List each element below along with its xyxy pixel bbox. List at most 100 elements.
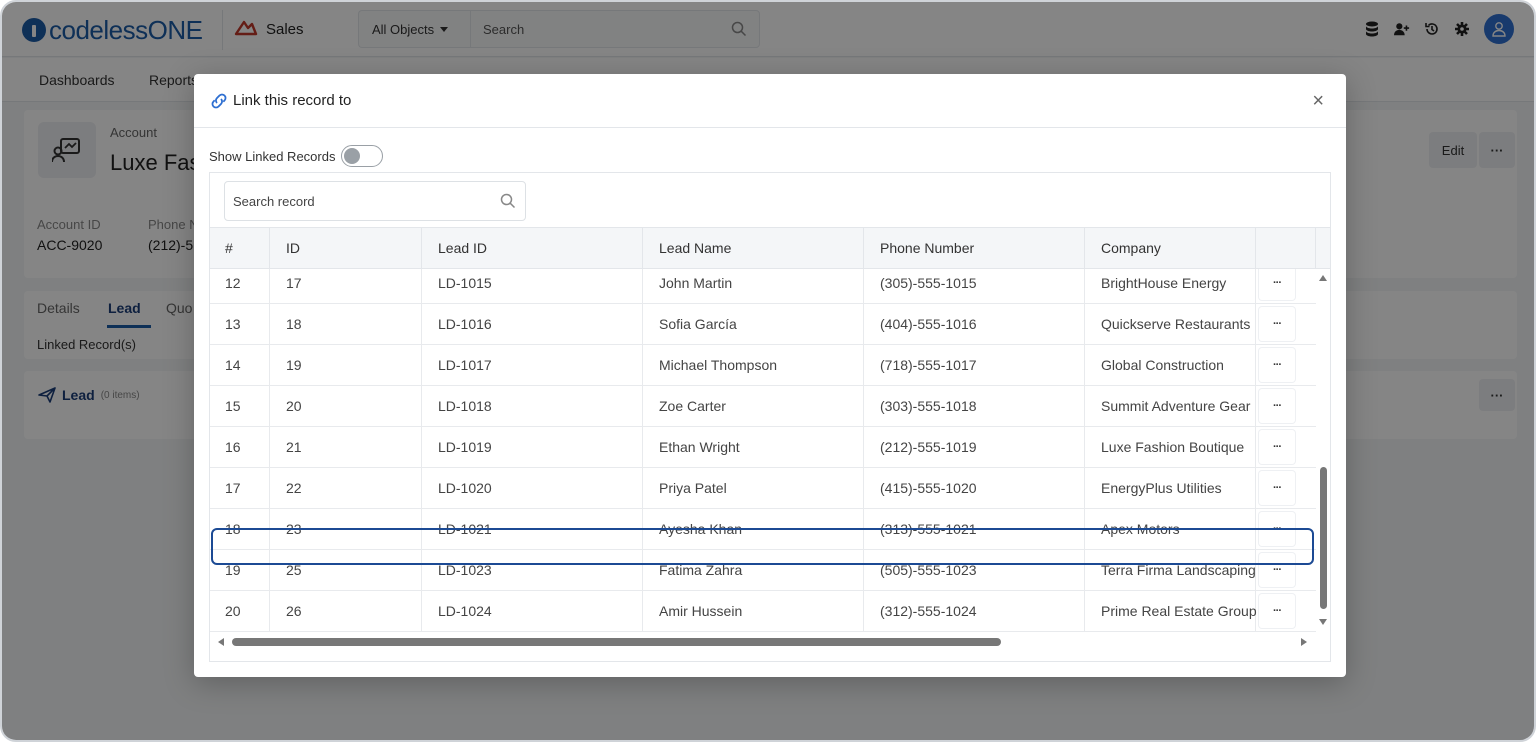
cell-company: Prime Real Estate Group xyxy=(1085,591,1257,632)
row-more-button[interactable]: ··· xyxy=(1259,348,1295,382)
cell-phone-number: (415)-555-1020 xyxy=(864,468,1085,509)
table-row[interactable]: 12 17 LD-1015 John Martin (305)-555-1015… xyxy=(210,269,1316,304)
cell-company: Quickserve Restaurants xyxy=(1085,304,1256,345)
cell-lead-name: Michael Thompson xyxy=(643,345,864,386)
record-search xyxy=(224,181,526,221)
column-header-row-number[interactable]: # xyxy=(210,228,270,269)
column-header-actions xyxy=(1256,228,1316,269)
cell-lead-name: Ethan Wright xyxy=(643,427,864,468)
cell-phone-number: (212)-555-1019 xyxy=(864,427,1085,468)
cell-id: 22 xyxy=(270,468,422,509)
cell-id: 18 xyxy=(270,304,422,345)
row-more-button[interactable]: ··· xyxy=(1259,430,1295,464)
cell-lead-id: LD-1020 xyxy=(422,468,643,509)
cell-id: 23 xyxy=(270,509,422,550)
cell-company: Apex Motors xyxy=(1085,509,1256,550)
cell-id: 19 xyxy=(270,345,422,386)
table-row[interactable]: 19 25 LD-1023 Fatima Zahra (505)-555-102… xyxy=(210,550,1316,591)
cell-id: 25 xyxy=(270,550,422,591)
cell-row-number: 18 xyxy=(210,509,270,550)
table-row-selected[interactable]: 16 21 LD-1019 Ethan Wright (212)-555-101… xyxy=(210,427,1316,468)
row-more-button[interactable]: ··· xyxy=(1259,269,1295,300)
cell-lead-id: LD-1023 xyxy=(422,550,643,591)
horizontal-scroll-thumb[interactable] xyxy=(232,638,1001,646)
cell-lead-id: LD-1016 xyxy=(422,304,643,345)
row-more-button[interactable]: ··· xyxy=(1259,471,1295,505)
row-more-button[interactable]: ··· xyxy=(1259,553,1295,587)
cell-company: EnergyPlus Utilities xyxy=(1085,468,1256,509)
table-row[interactable]: 15 20 LD-1018 Zoe Carter (303)-555-1018 … xyxy=(210,386,1316,427)
grid-body: 12 17 LD-1015 John Martin (305)-555-1015… xyxy=(210,269,1316,634)
cell-id: 26 xyxy=(270,591,422,632)
link-icon xyxy=(211,93,227,108)
cell-row-number: 17 xyxy=(210,468,270,509)
scroll-left-icon[interactable] xyxy=(218,638,224,646)
row-more-button[interactable]: ··· xyxy=(1259,512,1295,546)
cell-company: BrightHouse Energy xyxy=(1085,269,1256,304)
column-header-company[interactable]: Company xyxy=(1085,228,1256,269)
cell-phone-number: (313)-555-1021 xyxy=(864,509,1085,550)
column-header-phone-number[interactable]: Phone Number xyxy=(864,228,1085,269)
table-row[interactable]: 13 18 LD-1016 Sofia García (404)-555-101… xyxy=(210,304,1316,345)
cell-lead-name: Zoe Carter xyxy=(643,386,864,427)
cell-row-number: 19 xyxy=(210,550,270,591)
search-icon[interactable] xyxy=(500,193,516,209)
cell-lead-name: Fatima Zahra xyxy=(643,550,864,591)
scroll-right-icon[interactable] xyxy=(1301,638,1307,646)
link-record-dialog: Link this record to × Show Linked Record… xyxy=(194,74,1346,677)
row-more-button[interactable]: ··· xyxy=(1259,389,1295,423)
vertical-scroll-thumb[interactable] xyxy=(1320,467,1327,609)
show-linked-label: Show Linked Records xyxy=(209,148,336,164)
cell-phone-number: (312)-555-1024 xyxy=(864,591,1085,632)
cell-id: 21 xyxy=(270,427,422,468)
column-header-lead-name[interactable]: Lead Name xyxy=(643,228,864,269)
table-row[interactable]: 17 22 LD-1020 Priya Patel (415)-555-1020… xyxy=(210,468,1316,509)
grid-header: # ID Lead ID Lead Name Phone Number Comp… xyxy=(210,227,1330,269)
cell-row-number: 20 xyxy=(210,591,270,632)
records-grid: # ID Lead ID Lead Name Phone Number Comp… xyxy=(209,172,1331,662)
dialog-title-text: Link this record to xyxy=(233,92,352,109)
vertical-scrollbar[interactable] xyxy=(1316,269,1330,634)
cell-row-number: 14 xyxy=(210,345,270,386)
cell-id: 20 xyxy=(270,386,422,427)
dialog-header: Link this record to × xyxy=(194,74,1346,128)
cell-lead-name: Sofia García xyxy=(643,304,864,345)
table-row[interactable]: 18 23 LD-1021 Ayesha Khan (313)-555-1021… xyxy=(210,509,1316,550)
dialog-title: Link this record to xyxy=(209,92,351,109)
cell-row-number: 16 xyxy=(210,427,270,468)
cell-row-number: 12 xyxy=(210,269,270,304)
table-row[interactable]: 20 26 LD-1024 Amir Hussein (312)-555-102… xyxy=(210,591,1316,632)
show-linked-records: Show Linked Records xyxy=(209,145,384,167)
cell-lead-name: John Martin xyxy=(643,269,864,304)
cell-lead-id: LD-1019 xyxy=(422,427,643,468)
cell-company: Terra Firma Landscaping xyxy=(1085,550,1256,591)
column-header-id[interactable]: ID xyxy=(270,228,422,269)
close-icon[interactable]: × xyxy=(1312,91,1324,111)
cell-lead-id: LD-1024 xyxy=(422,591,643,632)
cell-row-number: 13 xyxy=(210,304,270,345)
show-linked-toggle[interactable] xyxy=(341,145,384,167)
cell-lead-id: LD-1018 xyxy=(422,386,643,427)
scroll-up-icon[interactable] xyxy=(1319,275,1327,281)
cell-lead-id: LD-1015 xyxy=(422,269,643,304)
horizontal-scrollbar[interactable] xyxy=(210,634,1316,650)
cell-phone-number: (505)-555-1023 xyxy=(864,550,1085,591)
cell-lead-name: Amir Hussein xyxy=(643,591,864,632)
cell-id: 17 xyxy=(270,269,422,304)
record-search-input[interactable] xyxy=(225,182,485,220)
cell-company: Luxe Fashion Boutique xyxy=(1085,427,1256,468)
table-row[interactable]: 14 19 LD-1017 Michael Thompson (718)-555… xyxy=(210,345,1316,386)
cell-company: Summit Adventure Gear xyxy=(1085,386,1256,427)
column-header-lead-id[interactable]: Lead ID xyxy=(422,228,643,269)
cell-row-number: 15 xyxy=(210,386,270,427)
cell-lead-id: LD-1021 xyxy=(422,509,643,550)
cell-company: Global Construction xyxy=(1085,345,1256,386)
cell-lead-id: LD-1017 xyxy=(422,345,643,386)
row-more-button[interactable]: ··· xyxy=(1259,594,1295,628)
cell-phone-number: (305)-555-1015 xyxy=(864,269,1085,304)
app-window: codelessONE Sales All Objects Search Das… xyxy=(0,0,1536,742)
cell-phone-number: (718)-555-1017 xyxy=(864,345,1085,386)
scroll-down-icon[interactable] xyxy=(1319,619,1327,625)
row-more-button[interactable]: ··· xyxy=(1259,307,1295,341)
cell-phone-number: (303)-555-1018 xyxy=(864,386,1085,427)
